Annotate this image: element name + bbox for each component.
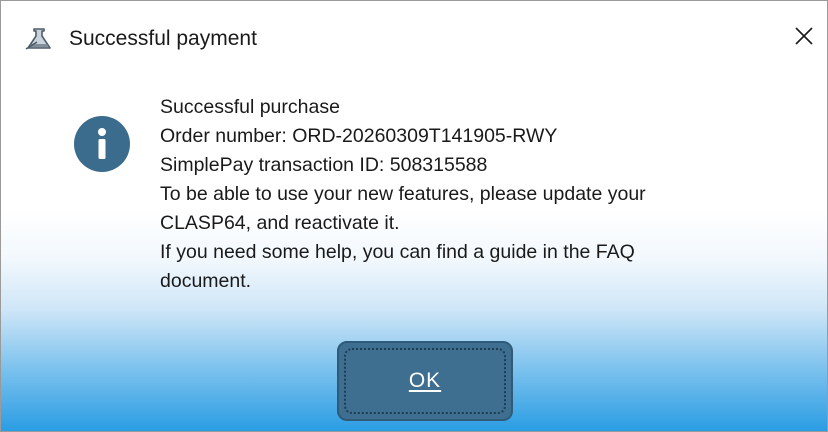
close-button[interactable]	[781, 15, 827, 61]
message-line: Order number: ORD-20260309T141905-RWY	[160, 125, 558, 147]
message-line: If you need some help, you can find a gu…	[160, 241, 635, 263]
window-title: Successful payment	[69, 27, 257, 50]
message-line: To be able to use your new features, ple…	[160, 183, 646, 205]
ok-button[interactable]: OK	[337, 341, 513, 421]
message-line: document.	[160, 270, 252, 292]
ok-button-label: OK	[408, 369, 442, 392]
message-line: CLASP64, and reactivate it.	[160, 212, 400, 234]
close-icon	[794, 26, 814, 51]
payment-dialog: Successful payment Successful purchase O…	[0, 0, 828, 432]
dialog-body: Successful purchase Order number: ORD-20…	[1, 73, 827, 431]
message-text: Successful purchase Order number: ORD-20…	[160, 93, 800, 296]
title-bar: Successful payment	[1, 1, 827, 73]
message-line: SimplePay transaction ID: 508315588	[160, 154, 488, 176]
flask-icon	[25, 27, 55, 51]
message-line: Successful purchase	[160, 96, 340, 118]
info-icon	[73, 115, 131, 173]
